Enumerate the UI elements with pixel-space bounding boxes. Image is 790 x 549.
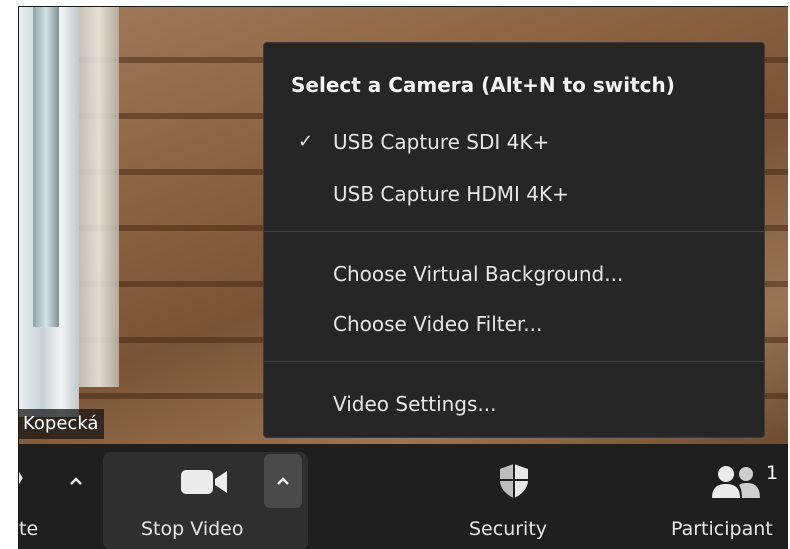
video-settings-item[interactable]: Video Settings... <box>264 381 764 427</box>
shield-icon <box>500 464 528 498</box>
video-background-window <box>19 7 79 417</box>
check-icon: ✓ <box>298 131 314 152</box>
chevron-up-icon <box>70 477 82 485</box>
camera-option-sdi[interactable]: ✓ USB Capture SDI 4K+ <box>264 119 764 165</box>
camera-option-label: USB Capture HDMI 4K+ <box>333 182 569 206</box>
mute-button[interactable]: te <box>19 444 59 549</box>
participants-icon <box>712 466 760 498</box>
microphone-icon <box>19 471 23 485</box>
participants-button[interactable]: 1 Participant <box>669 444 788 549</box>
security-button[interactable]: Security <box>449 444 579 549</box>
zoom-meeting-window: Kopecká Select a Camera (Alt+N to switch… <box>18 6 788 549</box>
security-label: Security <box>469 518 548 540</box>
menu-item-label: Choose Video Filter... <box>333 312 543 336</box>
participants-label: Participant <box>671 518 773 540</box>
menu-divider <box>264 361 764 362</box>
stop-video-button[interactable]: Stop Video <box>119 444 259 549</box>
participant-name-label: Kopecká <box>19 409 105 439</box>
audio-options-caret[interactable] <box>57 454 95 508</box>
choose-video-filter-item[interactable]: Choose Video Filter... <box>264 301 764 347</box>
video-camera-icon <box>181 470 227 494</box>
menu-item-label: Video Settings... <box>333 392 497 416</box>
chevron-up-icon <box>277 477 289 485</box>
camera-option-label: USB Capture SDI 4K+ <box>333 130 550 154</box>
camera-option-hdmi[interactable]: USB Capture HDMI 4K+ <box>264 171 764 217</box>
stop-video-label: Stop Video <box>141 518 244 540</box>
choose-virtual-background-item[interactable]: Choose Virtual Background... <box>264 251 764 297</box>
participants-count: 1 <box>766 462 779 484</box>
mute-label: te <box>19 518 39 540</box>
menu-divider <box>264 231 764 232</box>
meeting-toolbar: te Stop Video Security 1 Participant <box>19 444 788 549</box>
video-background-door-frame <box>79 7 119 387</box>
camera-menu-title: Select a Camera (Alt+N to switch) <box>291 73 675 97</box>
menu-item-label: Choose Virtual Background... <box>333 262 624 286</box>
video-background-window-glass <box>33 7 59 327</box>
camera-menu: Select a Camera (Alt+N to switch) ✓ USB … <box>263 42 765 438</box>
video-options-caret[interactable] <box>264 454 302 508</box>
